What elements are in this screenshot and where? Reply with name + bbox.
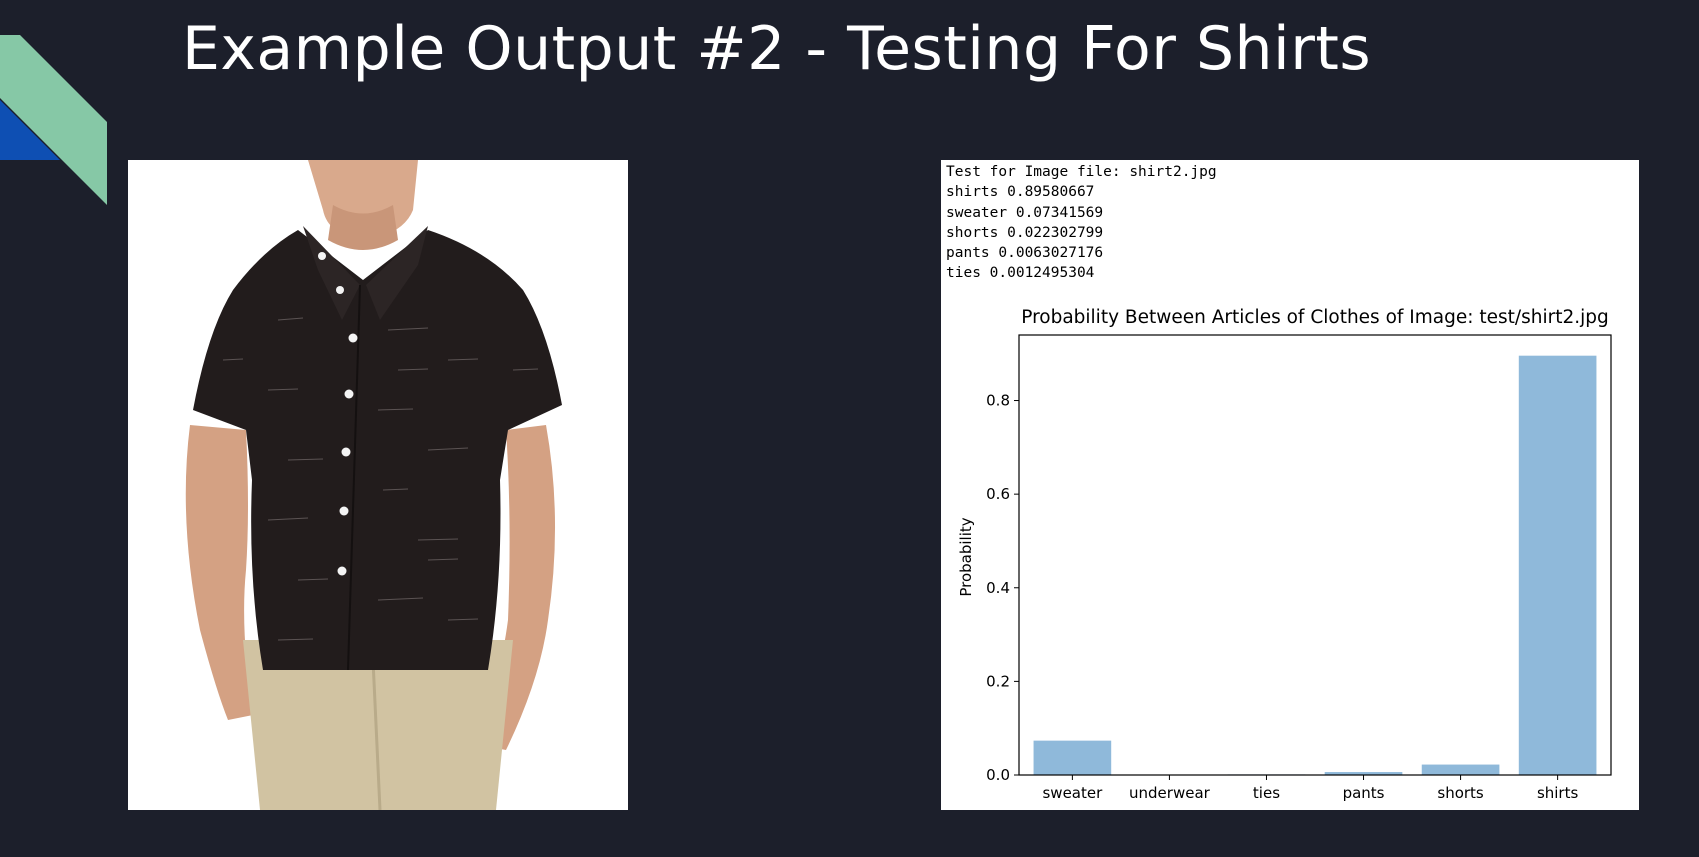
y-tick-label: 0.0 bbox=[986, 766, 1010, 784]
y-tick-label: 0.4 bbox=[986, 579, 1010, 597]
y-tick-label: 0.2 bbox=[986, 672, 1010, 690]
y-tick-label: 0.8 bbox=[986, 392, 1010, 410]
model-output-panel: Test for Image file: shirt2.jpg shirts 0… bbox=[941, 160, 1639, 810]
slide-title: Example Output #2 - Testing For Shirts bbox=[182, 14, 1372, 84]
x-tick-label: ties bbox=[1253, 784, 1280, 802]
shirt-model-photo-icon bbox=[128, 160, 628, 810]
bar-sweater bbox=[1033, 740, 1112, 775]
y-axis-label: Probability bbox=[957, 517, 975, 596]
x-tick-label: pants bbox=[1343, 784, 1385, 802]
x-tick-label: sweater bbox=[1042, 784, 1103, 802]
chart-title: Probability Between Articles of Clothes … bbox=[1021, 307, 1609, 328]
x-tick-label: shirts bbox=[1537, 784, 1579, 802]
y-tick-label: 0.6 bbox=[986, 485, 1010, 503]
corner-accent-shape bbox=[0, 35, 107, 205]
shirt-photo bbox=[128, 160, 628, 810]
bar-shirts bbox=[1518, 355, 1597, 775]
bar-shorts bbox=[1421, 764, 1500, 775]
x-tick-label: shorts bbox=[1437, 784, 1484, 802]
probability-bar-chart: Probability Between Articles of Clothes … bbox=[957, 307, 1612, 802]
x-tick-label: underwear bbox=[1129, 784, 1211, 802]
